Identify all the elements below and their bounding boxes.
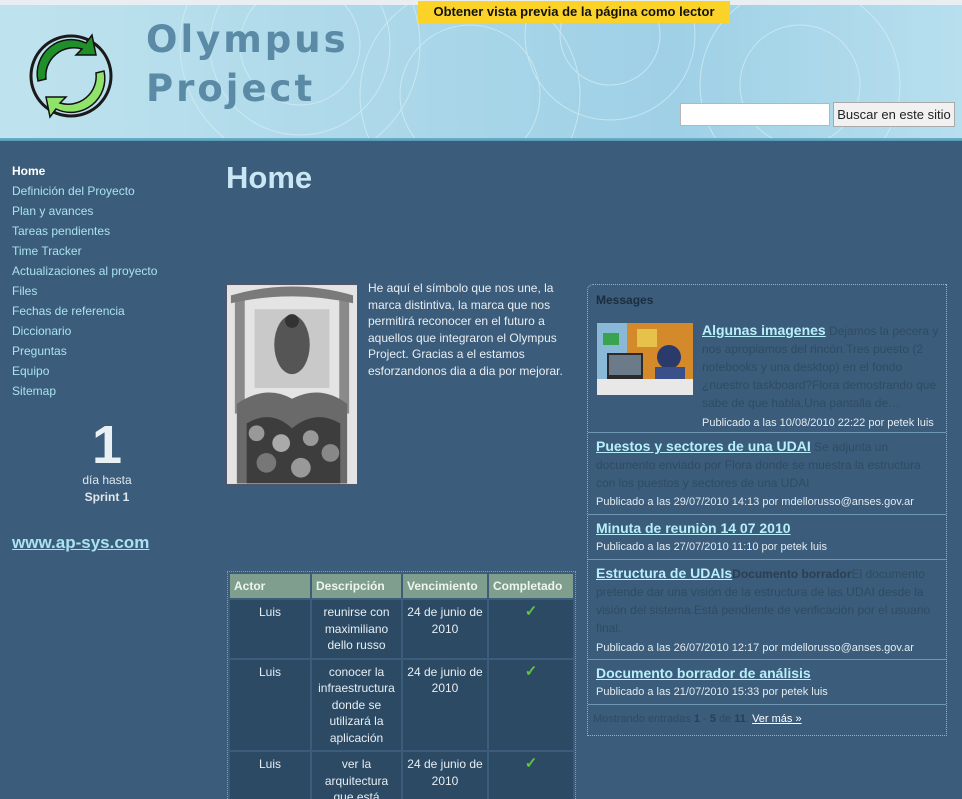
cell-actor: Luis bbox=[230, 600, 310, 658]
col-completado: Completado bbox=[489, 574, 573, 598]
messages-title: Messages bbox=[596, 293, 654, 307]
nav-item-home[interactable]: Home bbox=[12, 161, 202, 181]
cell-done: ✓ bbox=[489, 600, 573, 658]
intro-paragraph: He aquí el símbolo que nos une, la marca… bbox=[368, 281, 563, 378]
see-more-link[interactable]: Ver más » bbox=[752, 713, 802, 725]
nav-item-sitemap[interactable]: Sitemap bbox=[12, 381, 202, 401]
site-title[interactable]: Olympus Project bbox=[146, 15, 349, 113]
nav-item-tareas[interactable]: Tareas pendientes bbox=[12, 221, 202, 241]
nav-item-diccionario[interactable]: Diccionario bbox=[12, 321, 202, 341]
nav-item-preguntas[interactable]: Preguntas bbox=[12, 341, 202, 361]
cell-due: 24 de junio de 2010 bbox=[403, 659, 487, 750]
nav-item-time-tracker[interactable]: Time Tracker bbox=[12, 241, 202, 261]
search-button[interactable]: Buscar en este sitio bbox=[833, 102, 955, 127]
countdown-number: 1 bbox=[91, 415, 123, 475]
site-title-line1: Olympus bbox=[146, 18, 349, 61]
reader-preview-button[interactable]: Obtener vista previa de la página como l… bbox=[418, 1, 730, 23]
cell-description: ver la arquitectura que está bbox=[312, 752, 401, 799]
checkmark-icon: ✓ bbox=[524, 603, 538, 620]
col-descripcion: Descripción bbox=[312, 574, 401, 598]
post-meta: Publicado a las 10/08/2010 22:22 por pet… bbox=[702, 417, 934, 429]
post-title-link[interactable]: Minuta de reuniòn 14 07 2010 bbox=[596, 520, 791, 536]
post-title-link[interactable]: Algunas imagenes bbox=[702, 322, 826, 338]
cell-description: conocer la infraestructura donde se util… bbox=[312, 659, 401, 750]
countdown-widget: 1 día hasta Sprint 1 bbox=[12, 418, 202, 506]
nav-item-definicion[interactable]: Definición del Proyecto bbox=[12, 181, 202, 201]
olympus-engraving-image bbox=[226, 284, 358, 485]
post-title-link[interactable]: Puestos y sectores de una UDAI bbox=[596, 438, 811, 454]
nav-item-plan[interactable]: Plan y avances bbox=[12, 201, 202, 221]
countdown-label: día hasta bbox=[82, 473, 132, 487]
sidebar-nav: Home Definición del Proyecto Plan y avan… bbox=[12, 161, 202, 401]
site-title-line2: Project bbox=[146, 67, 316, 110]
external-site-link[interactable]: www.ap-sys.com bbox=[12, 533, 149, 553]
table-row: Luis ver la arquitectura que está 24 de … bbox=[230, 752, 573, 799]
nav-item-files[interactable]: Files bbox=[12, 281, 202, 301]
col-vencimiento: Vencimiento bbox=[403, 574, 487, 598]
list-item: Minuta de reuniòn 14 07 2010 Publicado a… bbox=[588, 515, 946, 560]
recycle-logo-icon bbox=[29, 33, 113, 119]
list-item: Algunas imagenes Dejamos la pecera y nos… bbox=[588, 321, 946, 433]
cell-due: 24 de junio de 2010 bbox=[403, 600, 487, 658]
page-title: Home bbox=[226, 160, 313, 195]
post-meta: Publicado a las 29/07/2010 14:13 por mde… bbox=[596, 496, 914, 508]
cell-due: 24 de junio de 2010 bbox=[403, 752, 487, 799]
post-meta: Publicado a las 21/07/2010 15:33 por pet… bbox=[596, 686, 828, 698]
checkmark-icon: ✓ bbox=[524, 755, 538, 772]
footer-of: de bbox=[715, 713, 735, 725]
countdown-event: Sprint 1 bbox=[84, 490, 130, 504]
list-item: Puestos y sectores de una UDAI Se adjunt… bbox=[588, 433, 946, 515]
post-thumbnail-image bbox=[597, 323, 693, 395]
messages-footer: Mostrando entradas 1 - 5 de 11. Ver más … bbox=[593, 713, 802, 725]
checkmark-icon: ✓ bbox=[524, 662, 538, 680]
post-meta: Publicado a las 26/07/2010 12:17 por mde… bbox=[596, 642, 914, 654]
cell-actor: Luis bbox=[230, 659, 310, 750]
table-row: Luis reunirse con maximiliano dello russ… bbox=[230, 600, 573, 658]
footer-range-sep: - bbox=[700, 713, 710, 725]
post-excerpt-bold: Documento borrador bbox=[732, 567, 852, 581]
nav-item-fechas[interactable]: Fechas de referencia bbox=[12, 301, 202, 321]
cell-done: ✓ bbox=[489, 752, 573, 799]
tasks-header-row: Actor Descripción Vencimiento Completado bbox=[230, 574, 573, 598]
cell-description: reunirse con maximiliano dello russo bbox=[312, 600, 401, 658]
footer-total: 11 bbox=[734, 713, 746, 725]
table-row: Luis conocer la infraestructura donde se… bbox=[230, 659, 573, 750]
nav-item-equipo[interactable]: Equipo bbox=[12, 361, 202, 381]
post-meta: Publicado a las 27/07/2010 11:10 por pet… bbox=[596, 541, 827, 553]
search-input[interactable] bbox=[680, 103, 830, 126]
nav-item-actualizaciones[interactable]: Actualizaciones al proyecto bbox=[12, 261, 202, 281]
post-title-link[interactable]: Estructura de UDAIs bbox=[596, 565, 732, 581]
tasks-table: Actor Descripción Vencimiento Completado… bbox=[227, 571, 576, 799]
messages-panel: Messages Algunas imagenes Dejamos la pec… bbox=[587, 284, 947, 736]
post-body: Algunas imagenes Dejamos la pecera y nos… bbox=[702, 321, 946, 430]
cell-actor: Luis bbox=[230, 752, 310, 799]
footer-dot: . bbox=[745, 713, 749, 725]
list-item: Estructura de UDAIsDocumento borradorEl … bbox=[588, 560, 946, 660]
list-item: Documento borrador de análisis Publicado… bbox=[588, 660, 946, 705]
header-divider bbox=[0, 138, 962, 141]
col-actor: Actor bbox=[230, 574, 310, 598]
footer-prefix: Mostrando entradas bbox=[593, 713, 691, 725]
post-title-link[interactable]: Documento borrador de análisis bbox=[596, 665, 811, 681]
cell-done: ✓ bbox=[489, 659, 573, 750]
